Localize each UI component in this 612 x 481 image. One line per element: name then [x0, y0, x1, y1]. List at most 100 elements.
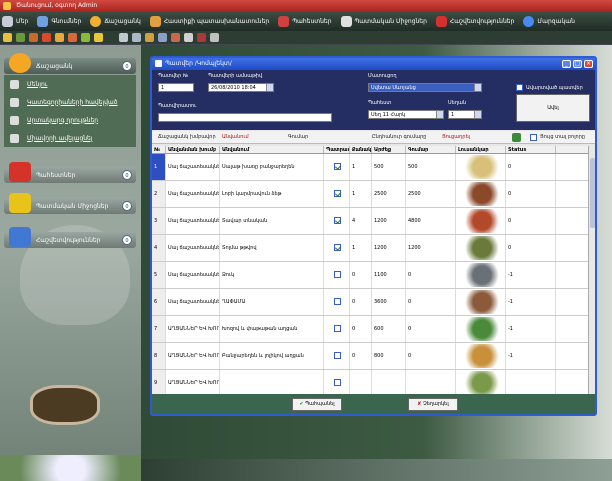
ready-cell[interactable] — [324, 289, 350, 315]
price-cell — [372, 370, 406, 394]
scrollbar-thumb[interactable] — [590, 158, 595, 228]
column-header[interactable]: Լուսանկար — [456, 146, 506, 153]
table-row[interactable]: 5 Սալ ճաշատեսակներ Ձուկ 0 1100 0 -1 — [152, 262, 595, 289]
table-select[interactable]: 1 — [448, 110, 482, 119]
storage-select[interactable]: Սեղ 11 Հարկ — [368, 110, 444, 119]
dish-icon[interactable] — [132, 33, 141, 42]
ready-checkbox[interactable] — [334, 352, 341, 359]
column-header[interactable]: Արժեք — [372, 146, 406, 153]
table-row[interactable]: 4 Սալ ճաշատեսակներ Տոլմա թթվով 1 1200 1200 0 — [152, 235, 595, 262]
quantity-cell: 0 — [350, 262, 372, 288]
price-filter[interactable]: Գումար — [288, 134, 308, 140]
excel-icon[interactable] — [512, 133, 521, 142]
table-row[interactable]: 3 Սալ ճաշատեսակներ Տավար տնական 4 1200 4800 0 — [152, 208, 595, 235]
ready-checkbox[interactable] — [334, 325, 341, 332]
sidebar-item-units[interactable]: Միավորի ավելացնել — [4, 129, 136, 147]
nav-group-assets[interactable]: Պատմական Միջոցներ 0 — [4, 193, 136, 214]
done-button[interactable]: Ավել — [516, 94, 590, 122]
ready-checkbox[interactable] — [334, 244, 341, 251]
ready-cell[interactable] — [324, 370, 350, 394]
food-icon[interactable] — [29, 33, 38, 42]
price-cell: 500 — [372, 154, 406, 180]
table-scrollbar[interactable] — [588, 146, 595, 394]
sidebar-item-categories[interactable]: Կատեգորիաների հավելված — [4, 93, 136, 111]
menu-item-7[interactable]: Մարզական — [523, 16, 575, 27]
column-header[interactable]: Անվանում — [220, 146, 324, 153]
food-icon[interactable] — [81, 33, 90, 42]
column-header[interactable]: № — [152, 146, 166, 153]
nav-group-menu[interactable]: Ճաշացանկ 0 — [4, 53, 136, 74]
table-row[interactable]: 1 Սալ ճաշատեսակներ Սալաթ խառը բանջարեղեն 1 5… — [152, 154, 595, 181]
column-header[interactable]: Գումար — [406, 146, 456, 153]
customer-field[interactable] — [158, 113, 332, 122]
done-checkbox[interactable] — [516, 84, 523, 91]
sidebar-item-menu[interactable]: Մենյու — [4, 75, 136, 93]
close-button[interactable]: × — [584, 60, 593, 68]
waiter-select[interactable]: Սվետա Սևոյանց — [368, 83, 482, 92]
table-row[interactable]: 6 Սալ ճաշատեսակներ ՂԱՓԱՄԱ 0 3600 0 -1 — [152, 289, 595, 316]
dish-icon[interactable] — [145, 33, 154, 42]
menu-item-3[interactable]: Հաստիքի պատասխանատուներ — [149, 16, 269, 27]
ready-checkbox[interactable] — [334, 217, 341, 224]
order-no-field[interactable]: 1 — [158, 83, 194, 92]
name-cell: Բանջարեղեն և լոլիկով աղցան — [220, 343, 324, 369]
food-icon[interactable] — [68, 33, 77, 42]
show-all-checkbox[interactable] — [530, 134, 537, 141]
status-cell: 0 — [506, 208, 556, 234]
ready-cell[interactable] — [324, 154, 350, 180]
menu-item-5[interactable]: Պատմական Միջոցներ — [340, 16, 427, 27]
minimize-button[interactable]: _ — [562, 60, 571, 68]
maximize-button[interactable]: □ — [573, 60, 582, 68]
cancel-button[interactable]: ✘ Չեղարկել — [408, 398, 458, 411]
ready-checkbox[interactable] — [334, 163, 341, 170]
bottle-icon[interactable] — [119, 33, 128, 42]
food-icon[interactable] — [42, 33, 51, 42]
ready-checkbox[interactable] — [334, 190, 341, 197]
column-header[interactable]: Քանակ — [350, 146, 372, 153]
ready-cell[interactable] — [324, 235, 350, 261]
pencil-icon[interactable] — [3, 33, 12, 42]
food-icon[interactable] — [55, 33, 64, 42]
column-header[interactable]: Անվանման խումբ — [166, 146, 220, 153]
table-row[interactable]: 8 ԱՂՑԱՆՆԵՐ ԵՎ ԽՈՐ... Բանջարեղեն և լոլիկով … — [152, 343, 595, 370]
ready-cell[interactable] — [324, 181, 350, 207]
ready-checkbox[interactable] — [334, 271, 341, 278]
dish-icon[interactable] — [210, 33, 219, 42]
dish-icon[interactable] — [184, 33, 193, 42]
column-header[interactable]: Status — [506, 146, 556, 153]
column-header[interactable]: Պատրաստ — [324, 146, 350, 153]
name-cell: Լոբի կարմրավուն ձեթ — [220, 181, 324, 207]
category-filter-value[interactable]: Անվանում — [222, 134, 249, 140]
menu-item-0[interactable]: Մեր — [2, 16, 28, 27]
quantity-cell: 4 — [350, 208, 372, 234]
dish-icon[interactable] — [158, 33, 167, 42]
menu-item-1[interactable]: Գնումներ — [37, 16, 81, 27]
menu-item-2[interactable]: Ճաշացանկ — [90, 16, 141, 27]
table-icon[interactable] — [16, 33, 25, 42]
menu-item-4[interactable]: Պահեստներ — [278, 16, 332, 27]
quantity-cell: 0 — [350, 289, 372, 315]
ready-cell[interactable] — [324, 208, 350, 234]
ready-cell[interactable] — [324, 316, 350, 342]
price-cell: 1100 — [372, 262, 406, 288]
table-row[interactable]: 2 Սալ ճաշատեսակներ Լոբի կարմրավուն ձեթ 1 250… — [152, 181, 595, 208]
ready-cell[interactable] — [324, 262, 350, 288]
name-cell — [220, 370, 324, 394]
search-value[interactable]: Ցուցադրել — [442, 134, 470, 140]
sidebar-item-settings[interactable]: Արտակարգ դրույթներ — [4, 111, 136, 129]
save-button[interactable]: ✔ Պահպանել — [292, 398, 342, 411]
menu-item-6[interactable]: Հաշվետվություններ — [435, 16, 514, 27]
order-date-field[interactable]: 26/08/2010 18:04 — [208, 83, 274, 92]
ready-checkbox[interactable] — [334, 298, 341, 305]
photo-cell — [456, 154, 506, 180]
table-row[interactable]: 9 ԱՂՑԱՆՆԵՐ ԵՎ ԽՈՐ... — [152, 370, 595, 394]
nav-group-storage[interactable]: Պահեստներ 0 — [4, 162, 136, 183]
table-row[interactable]: 7 ԱՂՑԱՆՆԵՐ ԵՎ ԽՈՐ... Խոզով և փաթաթան աղցան… — [152, 316, 595, 343]
dish-icon[interactable] — [197, 33, 206, 42]
nav-group-reports[interactable]: Հաշվետվություններ 0 — [4, 227, 136, 248]
ready-checkbox[interactable] — [334, 379, 341, 386]
dish-icon[interactable] — [171, 33, 180, 42]
order-date-label: Պատվերի ամսաթիվ — [208, 73, 263, 79]
food-icon[interactable] — [94, 33, 103, 42]
ready-cell[interactable] — [324, 343, 350, 369]
